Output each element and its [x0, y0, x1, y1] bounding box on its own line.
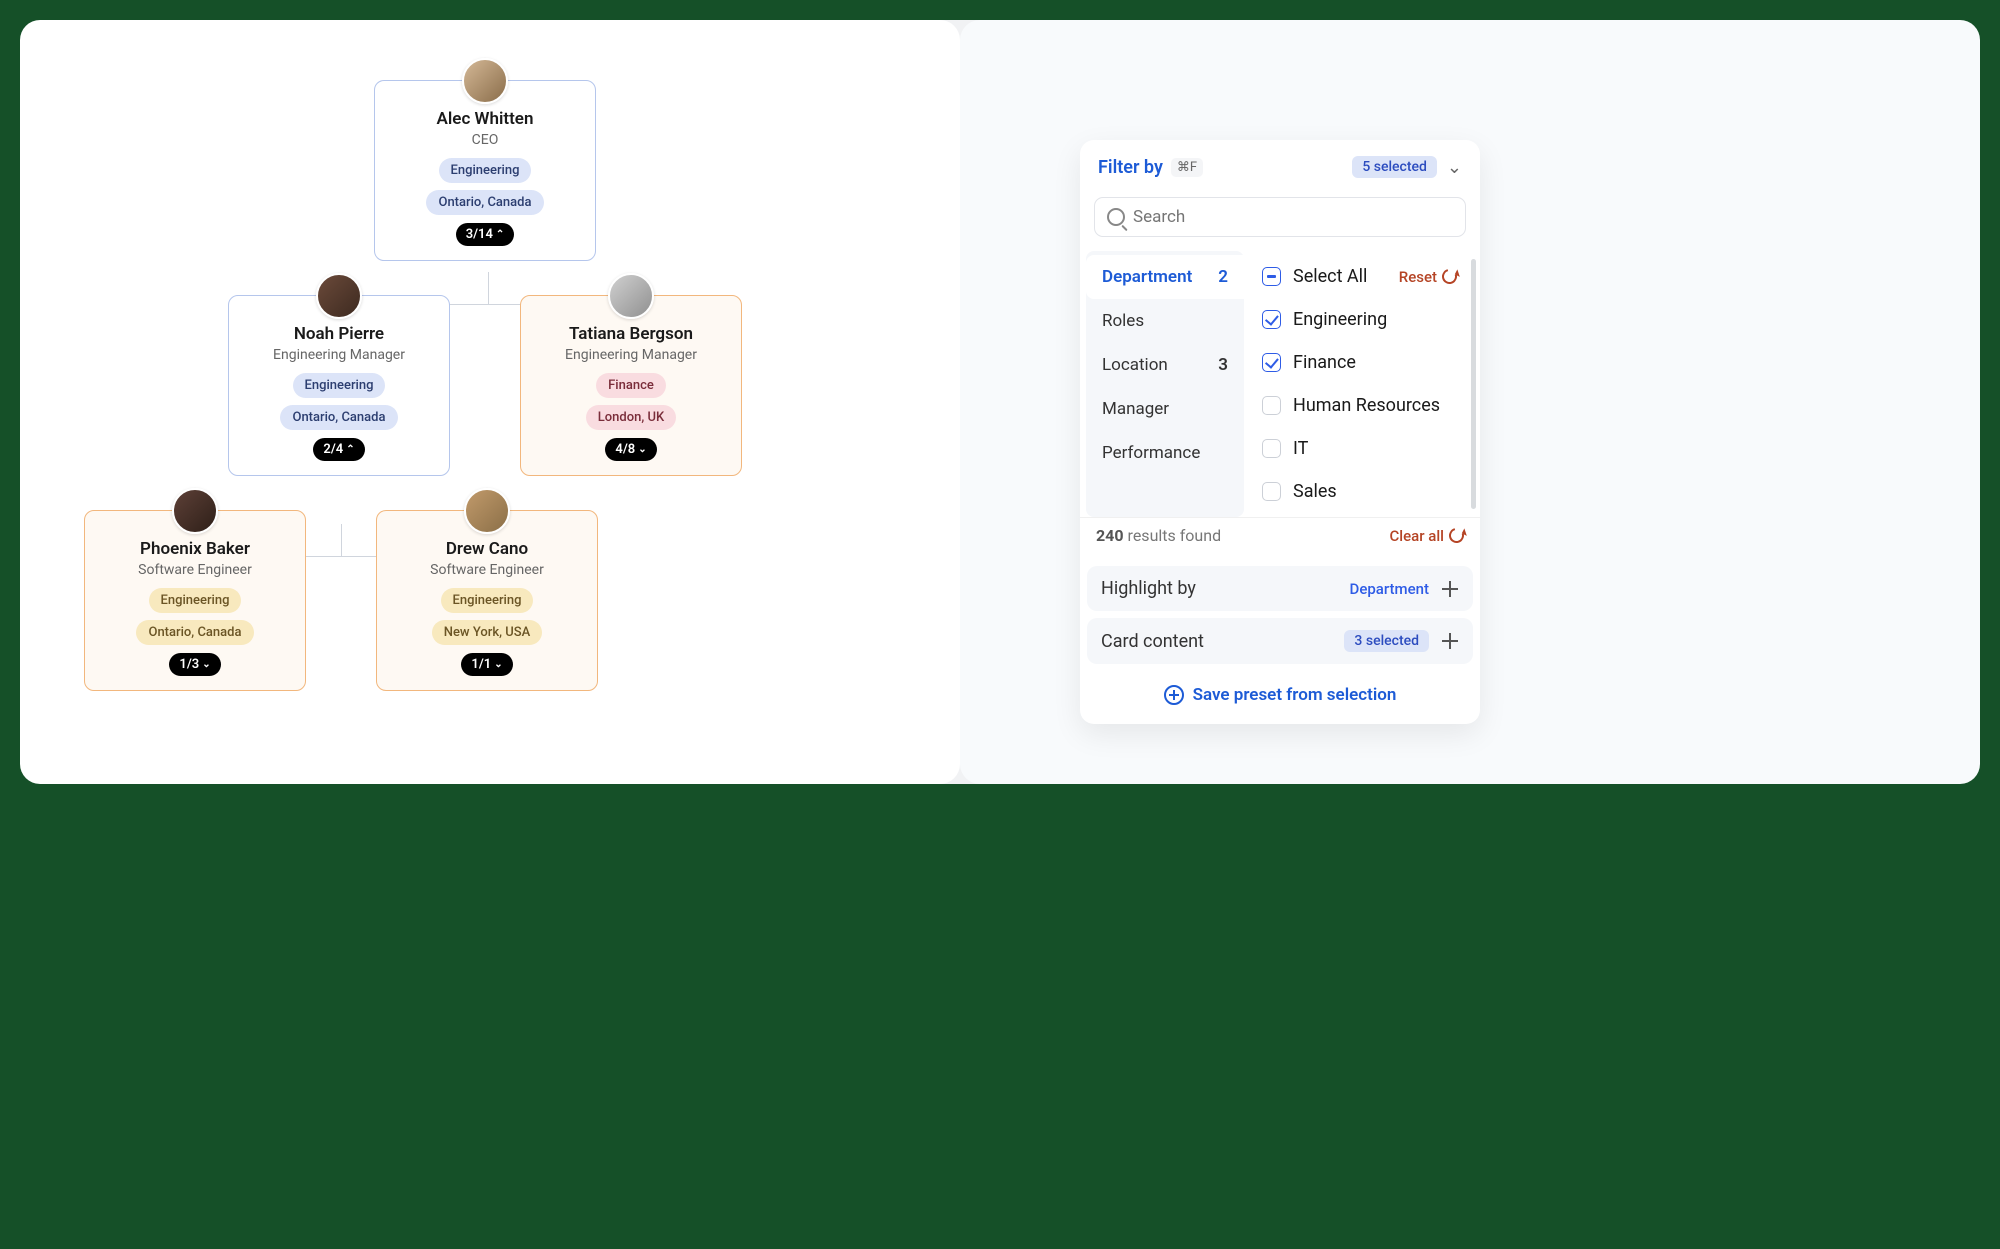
select-all-label: Select All: [1293, 266, 1367, 287]
checkbox[interactable]: [1262, 310, 1281, 329]
node-role: Engineering Manager: [535, 347, 727, 363]
filter-categories: Department2 Roles Location3 Manager Perf…: [1086, 251, 1244, 517]
checkbox[interactable]: [1262, 482, 1281, 501]
chevron-up-icon: ⌃: [496, 229, 504, 240]
clear-all-button[interactable]: Clear all: [1390, 527, 1465, 545]
expand-counter[interactable]: 4/8⌄: [605, 438, 656, 461]
node-role: Software Engineer: [391, 562, 583, 578]
section-label: Highlight by: [1101, 578, 1196, 599]
avatar: [462, 58, 508, 104]
selected-count-badge: 5 selected: [1352, 156, 1437, 178]
expand-counter[interactable]: 1/3⌄: [169, 653, 220, 676]
node-name: Tatiana Bergson: [535, 324, 727, 344]
tag-department: Engineering: [439, 158, 532, 183]
reload-icon: [1446, 525, 1466, 545]
tag-department: Engineering: [149, 588, 242, 613]
node-name: Noah Pierre: [243, 324, 435, 344]
tag-department: Engineering: [441, 588, 534, 613]
tag-location: Ontario, Canada: [136, 620, 253, 645]
tag-location: London, UK: [586, 405, 676, 430]
filter-category-roles[interactable]: Roles: [1086, 299, 1244, 343]
chevron-down-icon: ⌄: [638, 444, 646, 455]
option-label: Engineering: [1293, 309, 1387, 330]
expand-counter[interactable]: 3/14⌃: [456, 223, 515, 246]
highlight-section[interactable]: Highlight by Department: [1087, 566, 1473, 611]
scrollbar[interactable]: [1471, 259, 1476, 509]
search-input-wrapper[interactable]: [1094, 197, 1466, 237]
select-all-checkbox[interactable]: [1262, 267, 1281, 286]
card-content-badge: 3 selected: [1344, 630, 1429, 652]
org-node[interactable]: Phoenix Baker Software Engineer Engineer…: [84, 510, 306, 691]
tag-department: Finance: [596, 373, 666, 398]
search-input[interactable]: [1133, 207, 1453, 227]
filter-title: Filter by: [1098, 157, 1163, 178]
save-preset-button[interactable]: Save preset from selection: [1164, 685, 1397, 705]
node-name: Phoenix Baker: [99, 539, 291, 559]
highlight-value: Department: [1350, 580, 1429, 598]
chevron-down-icon: ⌄: [494, 659, 502, 670]
filter-options: Select All Reset Engineering Finance Hum…: [1244, 251, 1471, 517]
node-role: Software Engineer: [99, 562, 291, 578]
option-label: Finance: [1293, 352, 1356, 373]
node-role: Engineering Manager: [243, 347, 435, 363]
chevron-up-icon: ⌃: [346, 444, 354, 455]
section-label: Card content: [1101, 631, 1204, 652]
expand-counter[interactable]: 2/4⌃: [313, 438, 364, 461]
chevron-down-icon: ⌄: [202, 659, 210, 670]
results-count: 240results found: [1096, 526, 1221, 545]
expand-counter[interactable]: 1/1⌄: [461, 653, 512, 676]
org-chart-panel: Alec Whitten CEO Engineering Ontario, Ca…: [20, 20, 960, 784]
option-label: Sales: [1293, 481, 1337, 502]
node-name: Alec Whitten: [389, 109, 581, 129]
filter-category-location[interactable]: Location3: [1086, 343, 1244, 387]
plus-icon[interactable]: [1441, 632, 1459, 650]
chevron-down-icon[interactable]: ⌄: [1447, 157, 1462, 178]
filter-header: Filter by ⌘F 5 selected ⌄: [1080, 140, 1480, 195]
plus-icon[interactable]: [1441, 580, 1459, 598]
avatar: [464, 488, 510, 534]
option-label: IT: [1293, 438, 1308, 459]
shortcut-badge: ⌘F: [1171, 158, 1203, 177]
filter-category-performance[interactable]: Performance: [1086, 431, 1244, 475]
option-label: Human Resources: [1293, 395, 1440, 416]
tag-location: Ontario, Canada: [426, 190, 543, 215]
avatar: [316, 273, 362, 319]
org-node[interactable]: Tatiana Bergson Engineering Manager Fina…: [520, 295, 742, 476]
node-role: CEO: [389, 132, 581, 148]
org-node[interactable]: Noah Pierre Engineering Manager Engineer…: [228, 295, 450, 476]
filter-box: Filter by ⌘F 5 selected ⌄ Department2 Ro…: [1080, 140, 1480, 724]
plus-circle-icon: [1164, 685, 1184, 705]
avatar: [608, 273, 654, 319]
checkbox[interactable]: [1262, 396, 1281, 415]
org-node[interactable]: Drew Cano Software Engineer Engineering …: [376, 510, 598, 691]
tag-department: Engineering: [293, 373, 386, 398]
filter-category-manager[interactable]: Manager: [1086, 387, 1244, 431]
card-content-section[interactable]: Card content 3 selected: [1087, 618, 1473, 664]
node-name: Drew Cano: [391, 539, 583, 559]
avatar: [172, 488, 218, 534]
org-node-root[interactable]: Alec Whitten CEO Engineering Ontario, Ca…: [374, 80, 596, 261]
checkbox[interactable]: [1262, 439, 1281, 458]
checkbox[interactable]: [1262, 353, 1281, 372]
reset-button[interactable]: Reset: [1399, 268, 1457, 286]
filter-category-department[interactable]: Department2: [1086, 255, 1244, 299]
filter-panel-area: Filter by ⌘F 5 selected ⌄ Department2 Ro…: [960, 20, 1980, 784]
reload-icon: [1439, 266, 1459, 286]
tag-location: New York, USA: [432, 620, 542, 645]
tag-location: Ontario, Canada: [280, 405, 397, 430]
search-icon: [1107, 208, 1125, 226]
